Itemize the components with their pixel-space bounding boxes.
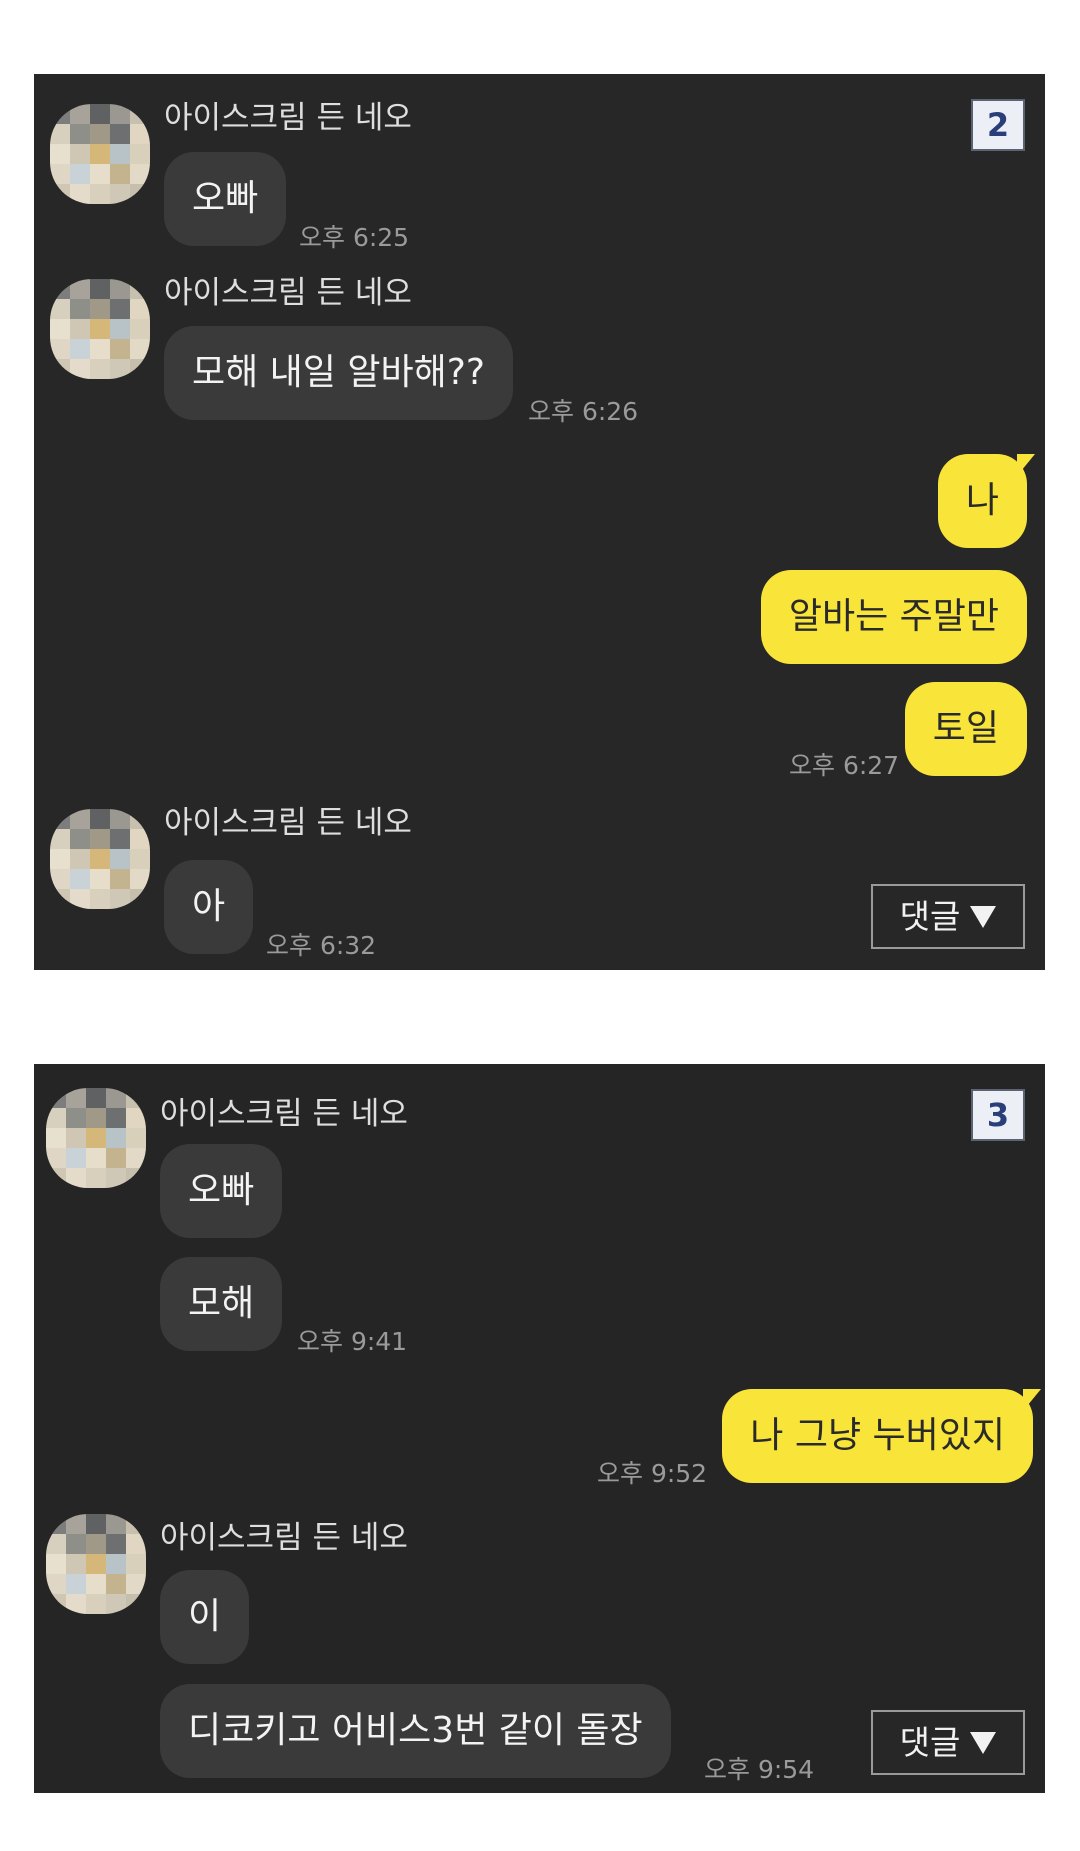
avatar[interactable]	[50, 104, 150, 204]
incoming-message-bubble[interactable]: 오빠	[164, 152, 287, 246]
comment-toggle-button[interactable]: 댓글	[871, 884, 1025, 949]
incoming-message-bubble[interactable]: 모해	[160, 1257, 283, 1351]
chat-screenshot-panel: 2 아이스크림 든 네오 오빠 오후 6:25 아이스크림 든 네오 모해 내일…	[34, 74, 1045, 970]
incoming-message-bubble[interactable]: 이	[160, 1570, 250, 1664]
outgoing-message-bubble[interactable]: 알바는 주말만	[760, 570, 1027, 664]
sender-name: 아이스크림 든 네오	[164, 275, 412, 311]
incoming-message-bubble[interactable]: 디코키고 어비스3번 같이 돌장	[160, 1684, 671, 1778]
avatar[interactable]	[46, 1514, 146, 1614]
incoming-message-bubble[interactable]: 오빠	[160, 1144, 283, 1238]
outgoing-message-bubble[interactable]: 나 그냥 누버있지	[722, 1389, 1041, 1483]
avatar[interactable]	[50, 809, 150, 909]
avatar[interactable]	[50, 279, 150, 379]
message-timestamp: 오후 6:32	[266, 931, 377, 960]
message-timestamp: 오후 9:41	[297, 1327, 408, 1356]
panel-number-badge: 2	[971, 99, 1025, 151]
avatar[interactable]	[46, 1088, 146, 1188]
message-timestamp: 오후 6:25	[299, 223, 410, 252]
chat-screenshot-panel: 3 아이스크림 든 네오 오빠 모해 오후 9:41 나 그냥 누버있지 오후 …	[34, 1064, 1045, 1793]
sender-name: 아이스크림 든 네오	[160, 1096, 408, 1132]
message-timestamp: 오후 9:52	[597, 1459, 708, 1488]
panel-number-badge: 3	[971, 1089, 1025, 1141]
comment-button-label: 댓글	[899, 896, 961, 936]
message-timestamp: 오후 6:26	[528, 397, 639, 426]
comment-toggle-button[interactable]: 댓글	[871, 1710, 1025, 1775]
message-timestamp: 오후 6:27	[789, 751, 900, 780]
comment-button-label: 댓글	[899, 1722, 961, 1762]
sender-name: 아이스크림 든 네오	[160, 1520, 408, 1556]
triangle-down-icon	[970, 1731, 997, 1754]
outgoing-message-bubble[interactable]: 토일	[904, 682, 1027, 776]
sender-name: 아이스크림 든 네오	[164, 100, 412, 136]
message-timestamp: 오후 9:54	[704, 1755, 815, 1784]
incoming-message-bubble[interactable]: 모해 내일 알바해??	[164, 326, 513, 420]
outgoing-message-bubble[interactable]: 나	[937, 454, 1036, 548]
triangle-down-icon	[970, 905, 997, 928]
sender-name: 아이스크림 든 네오	[164, 805, 412, 841]
incoming-message-bubble[interactable]: 아	[164, 860, 254, 954]
